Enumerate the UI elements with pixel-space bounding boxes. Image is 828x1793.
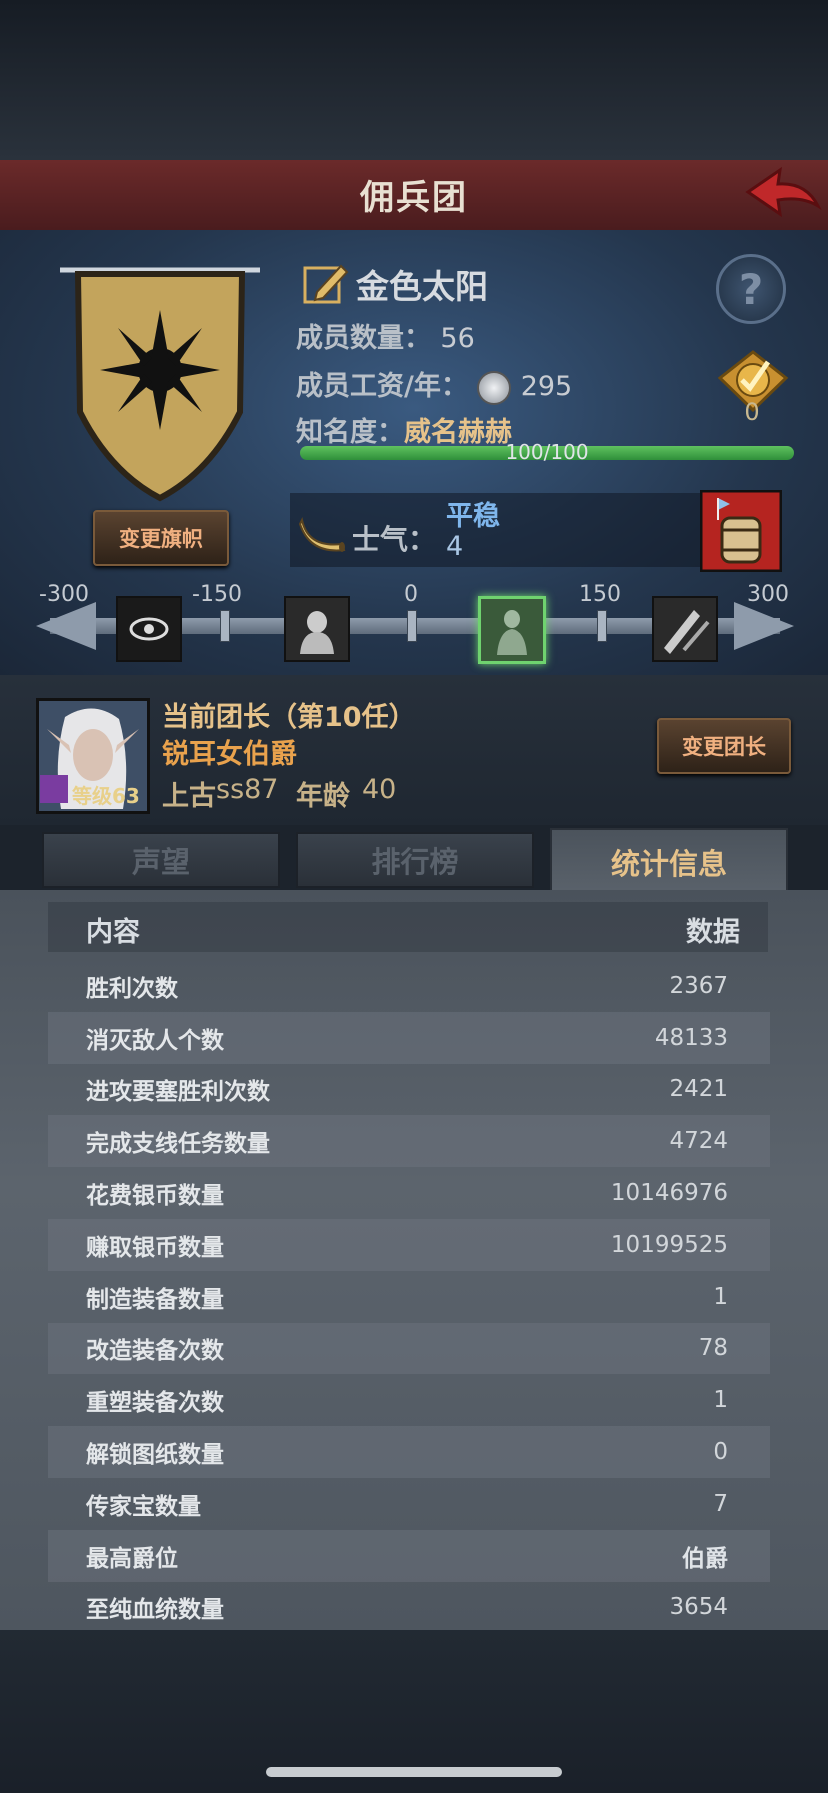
stat-value: 78 xyxy=(698,1335,728,1362)
barrel-icon[interactable] xyxy=(700,490,782,572)
table-row: 花费银币数量 10146976 xyxy=(48,1167,770,1219)
stat-value: 4724 xyxy=(669,1128,728,1155)
top-background xyxy=(0,0,828,160)
horn-icon xyxy=(298,517,346,552)
leader-level: 等级63 xyxy=(72,784,140,808)
morale-value: 4 xyxy=(446,531,464,562)
stat-value: 0 xyxy=(713,1439,728,1466)
stat-label: 传家宝数量 xyxy=(86,1493,201,1520)
slider-tick xyxy=(220,610,230,642)
stat-label: 制造装备数量 xyxy=(86,1286,224,1313)
column-header-value: 数据 xyxy=(686,917,740,948)
table-row: 进攻要塞胜利次数 2421 xyxy=(48,1064,770,1116)
stats-table: 胜利次数 2367 消灭敌人个数 48133 进攻要塞胜利次数 2421 完成支线任务… xyxy=(48,960,770,1633)
stat-label: 解锁图纸数量 xyxy=(86,1442,224,1469)
edit-pencil-icon[interactable] xyxy=(303,262,349,304)
table-row: 解锁图纸数量 0 xyxy=(48,1426,770,1478)
stat-label: 改造装备次数 xyxy=(86,1338,224,1365)
stat-label: 进攻要塞胜利次数 xyxy=(86,1079,270,1106)
leader-origin-value: ss87 xyxy=(216,774,279,805)
back-arrow-icon[interactable] xyxy=(740,162,822,224)
stat-value: 2367 xyxy=(669,972,728,999)
sun-emblem xyxy=(100,310,220,430)
tick-label: 300 xyxy=(747,582,789,607)
stat-value: 48133 xyxy=(654,1024,728,1051)
table-row: 传家宝数量 7 xyxy=(48,1478,770,1530)
leader-title: 当前团长（第10任） xyxy=(162,702,416,733)
table-row: 完成支线任务数量 4724 xyxy=(48,1115,770,1168)
salary-value: 295 xyxy=(520,371,573,402)
help-icon[interactable]: ? xyxy=(716,254,786,324)
morale-label: 士气： xyxy=(352,523,437,556)
morale-icon-fear[interactable] xyxy=(284,596,350,662)
table-row: 至纯血统数量 3654 xyxy=(48,1582,770,1634)
stat-label: 完成支线任务数量 xyxy=(86,1131,270,1158)
fame-progress-text: 100/100 xyxy=(505,440,589,464)
leader-origin-label: 上古 xyxy=(162,781,216,812)
stat-value: 10146976 xyxy=(610,1180,728,1207)
home-indicator[interactable] xyxy=(266,1767,562,1777)
stat-label: 消灭敌人个数 xyxy=(86,1027,224,1054)
stat-value: 1 xyxy=(713,1387,728,1414)
column-header-content: 内容 xyxy=(86,917,140,948)
members-label: 成员数量： xyxy=(296,323,431,354)
morale-state: 平稳 xyxy=(446,501,500,532)
stat-value: 2421 xyxy=(669,1076,728,1103)
table-row: 重塑装备次数 1 xyxy=(48,1374,770,1426)
change-flag-button[interactable]: 变更旗帜 xyxy=(93,510,229,566)
tab-statistics[interactable]: 统计信息 xyxy=(550,828,788,894)
change-leader-button[interactable]: 变更团长 xyxy=(657,718,791,774)
table-row: 赚取银币数量 10199525 xyxy=(48,1218,770,1271)
tab-ranking[interactable]: 排行榜 xyxy=(296,832,534,888)
staff-icon xyxy=(40,775,68,803)
stat-value: 7 xyxy=(713,1490,728,1517)
leader-age-value: 40 xyxy=(362,774,397,805)
table-row: 胜利次数 2367 xyxy=(48,960,770,1012)
tick-label: -150 xyxy=(192,582,242,607)
tab-reputation[interactable]: 声望 xyxy=(42,832,280,888)
stat-label: 赚取银币数量 xyxy=(86,1234,224,1261)
slider-left-arrow xyxy=(36,602,96,650)
morale-icon-despair[interactable] xyxy=(116,596,182,662)
leader-name: 锐耳女伯爵 xyxy=(162,739,297,770)
stat-value: 伯爵 xyxy=(682,1545,728,1572)
members-value: 56 xyxy=(440,323,475,354)
badge-count: 0 xyxy=(744,398,760,426)
morale-icon-calm[interactable] xyxy=(478,596,546,664)
table-row: 消灭敌人个数 48133 xyxy=(48,1011,770,1064)
slider-right-arrow xyxy=(734,602,794,650)
table-row: 改造装备次数 78 xyxy=(48,1322,770,1375)
stat-label: 胜利次数 xyxy=(86,975,178,1002)
silver-coin-icon xyxy=(477,370,512,405)
table-row: 制造装备数量 1 xyxy=(48,1271,770,1323)
members-row: 成员数量： 56 xyxy=(296,316,475,355)
morale-icon-high[interactable] xyxy=(652,596,718,662)
leader-age-label: 年龄 xyxy=(296,781,350,812)
guild-flag[interactable] xyxy=(60,262,260,502)
page-title: 佣兵团 xyxy=(360,178,468,218)
tick-label: 150 xyxy=(579,582,621,607)
stats-header xyxy=(48,902,768,952)
salary-row: 成员工资/年： 295 xyxy=(296,364,572,405)
stat-value: 10199525 xyxy=(610,1231,728,1258)
stat-value: 3654 xyxy=(669,1594,728,1621)
stat-value: 1 xyxy=(713,1283,728,1310)
slider-tick xyxy=(597,610,607,642)
slider-tick xyxy=(407,610,417,642)
stat-label: 花费银币数量 xyxy=(86,1183,224,1210)
tick-label: -300 xyxy=(39,582,89,607)
salary-label: 成员工资/年： xyxy=(296,371,468,402)
table-row: 最高爵位 伯爵 xyxy=(48,1529,770,1582)
stat-label: 重塑装备次数 xyxy=(86,1390,224,1417)
guild-name: 金色太阳 xyxy=(356,267,488,306)
stat-label: 至纯血统数量 xyxy=(86,1597,224,1624)
tick-label: 0 xyxy=(404,582,418,607)
stat-label: 最高爵位 xyxy=(86,1545,178,1572)
